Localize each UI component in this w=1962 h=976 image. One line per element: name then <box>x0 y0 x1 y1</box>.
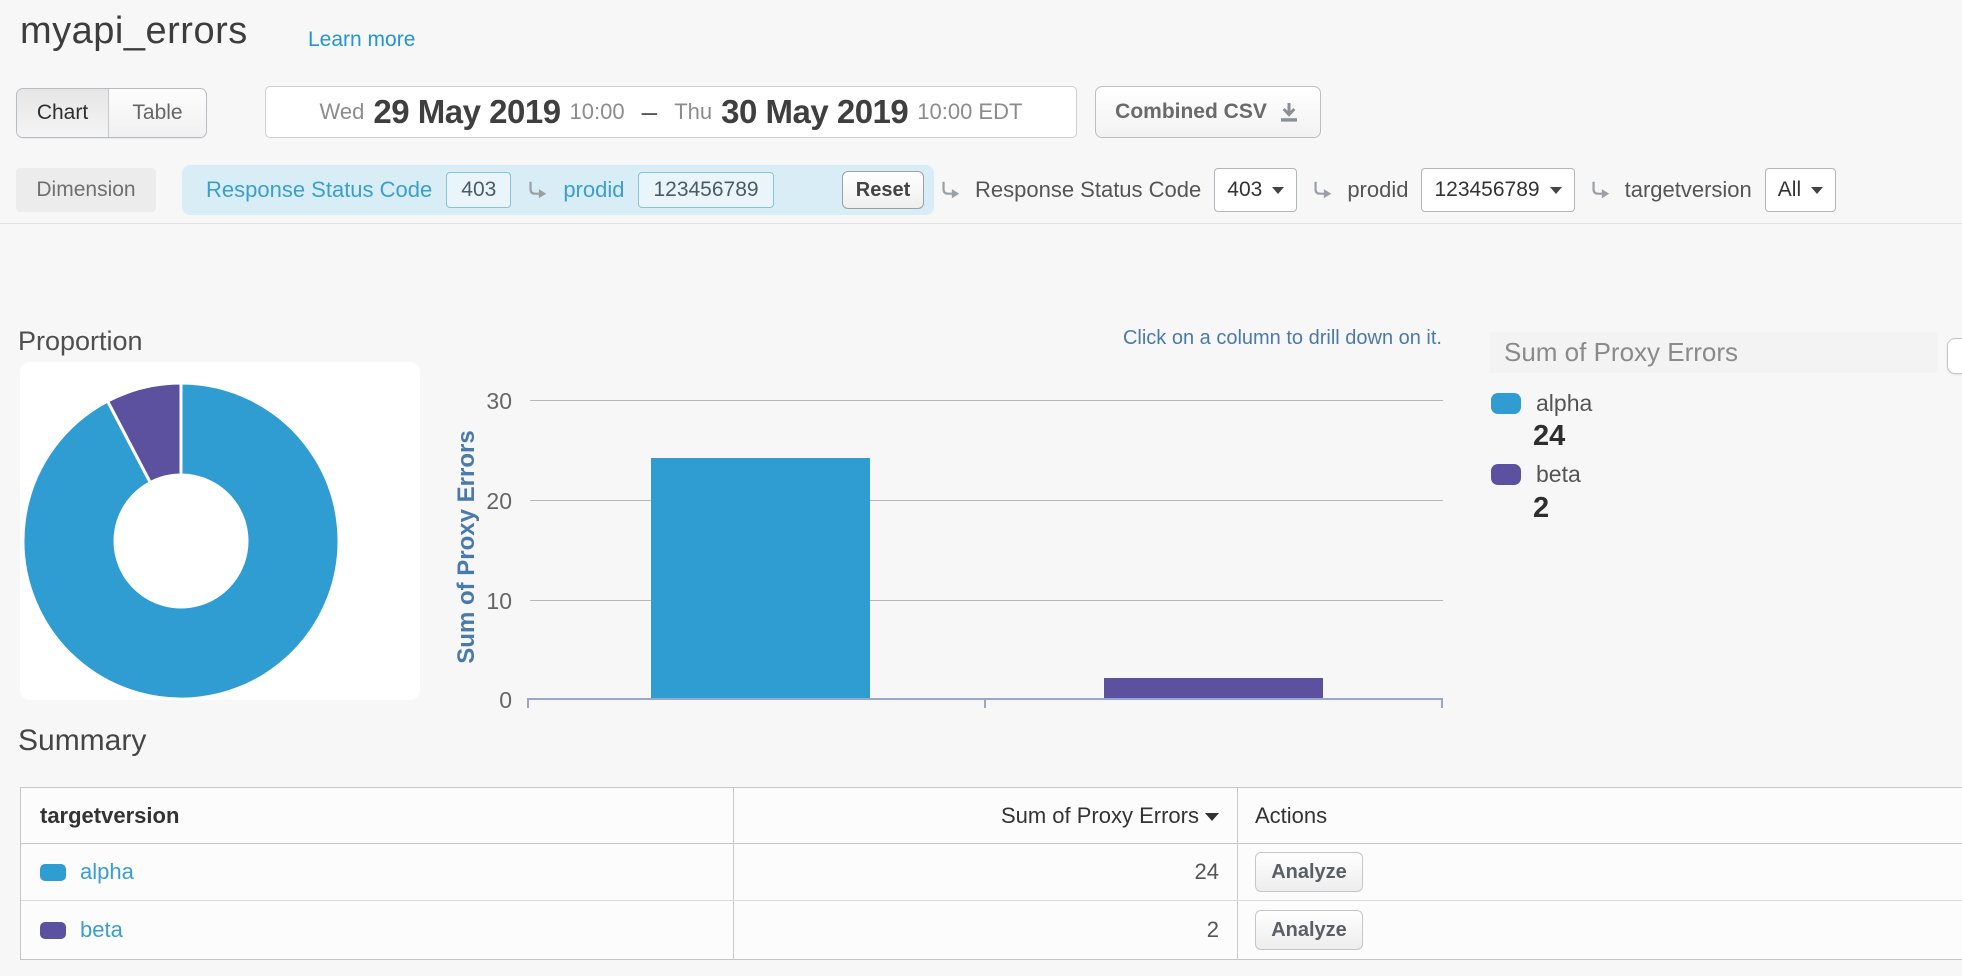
end-date: 30 May 2019 <box>721 93 908 131</box>
date-range-separator: – <box>642 96 658 128</box>
legend-item-value: 24 <box>1533 420 1565 453</box>
legend-item-beta[interactable]: beta <box>1491 461 1581 488</box>
y-tick-label: 0 <box>440 687 512 711</box>
dimension-label: Dimension <box>16 168 156 212</box>
column-header-targetversion: targetversion <box>21 788 734 843</box>
view-toggle: Chart Table <box>16 88 207 138</box>
drilldown-hint-text: Click on a column to drill down on it. <box>1100 327 1442 350</box>
beta-swatch-icon <box>40 922 66 939</box>
legend-item-value: 2 <box>1533 492 1549 525</box>
x-axis-tick <box>984 700 986 708</box>
drilldown-arrow-icon <box>1588 178 1612 202</box>
bar-alpha[interactable] <box>651 458 870 698</box>
proportion-title: Proportion <box>18 326 143 357</box>
filter-dropdown-prodid[interactable]: 123456789 <box>1421 168 1574 212</box>
table-row: alpha 24 Analyze <box>21 844 1962 901</box>
filter-selected-value: 403 <box>1227 178 1262 202</box>
value-cell: 2 <box>734 901 1238 959</box>
targetversion-link[interactable]: alpha <box>80 859 134 885</box>
x-axis-tick <box>527 700 529 708</box>
column-header-actions: Actions <box>1238 788 1962 843</box>
legend-item-label: alpha <box>1536 390 1592 417</box>
filter-name: targetversion <box>1625 177 1752 203</box>
breadcrumb-dimension-name: Response Status Code <box>206 177 432 203</box>
analyze-button[interactable]: Analyze <box>1255 910 1363 950</box>
drilldown-arrow-icon <box>938 178 962 202</box>
legend-item-alpha[interactable]: alpha <box>1491 390 1592 417</box>
end-time: 10:00 EDT <box>917 99 1022 125</box>
filter-name: Response Status Code <box>975 177 1201 203</box>
summary-title: Summary <box>18 724 146 758</box>
legend-item-label: beta <box>1536 461 1581 488</box>
download-icon <box>1277 100 1301 124</box>
chevron-down-icon <box>1272 187 1284 194</box>
chevron-down-icon <box>1811 187 1823 194</box>
drilldown-arrow-icon <box>525 178 549 202</box>
gridline-30 <box>530 400 1443 401</box>
table-header-row: targetversion Sum of Proxy Errors Action… <box>21 788 1962 844</box>
filter-name: prodid <box>1347 177 1408 203</box>
breadcrumb-dimension-value: 123456789 <box>638 172 773 208</box>
end-weekday: Thu <box>674 99 712 125</box>
beta-swatch-icon <box>1491 464 1521 485</box>
y-tick-label: 30 <box>440 388 512 412</box>
start-time: 10:00 <box>570 99 625 125</box>
y-axis-title: Sum of Proxy Errors <box>453 430 481 663</box>
page-title: myapi_errors <box>20 10 248 53</box>
targetversion-cell: beta <box>21 901 734 959</box>
table-row: beta 2 Analyze <box>21 901 1962 959</box>
legend-title: Sum of Proxy Errors <box>1490 332 1938 373</box>
alpha-swatch-icon <box>40 864 66 881</box>
divider <box>0 223 1962 224</box>
x-axis-tick <box>1441 700 1443 708</box>
targetversion-link[interactable]: beta <box>80 917 123 943</box>
reset-button[interactable]: Reset <box>842 171 924 209</box>
bar-beta[interactable] <box>1104 678 1323 698</box>
summary-table: targetversion Sum of Proxy Errors Action… <box>20 787 1962 960</box>
table-tab[interactable]: Table <box>109 89 206 137</box>
combined-csv-label: Combined CSV <box>1115 100 1267 124</box>
donut-chart-svg[interactable] <box>20 362 420 700</box>
combined-csv-button[interactable]: Combined CSV <box>1095 86 1321 138</box>
dimension-breadcrumb: Response Status Code 403 prodid 12345678… <box>182 165 934 215</box>
analyze-button[interactable]: Analyze <box>1255 852 1363 892</box>
date-range-picker[interactable]: Wed 29 May 2019 10:00 – Thu 30 May 2019 … <box>265 86 1077 138</box>
proportion-donut-chart[interactable] <box>20 362 420 700</box>
start-date: 29 May 2019 <box>373 93 560 131</box>
collapsed-panel-button[interactable] <box>1947 338 1962 374</box>
start-weekday: Wed <box>320 99 365 125</box>
learn-more-link[interactable]: Learn more <box>308 28 415 52</box>
value-cell: 24 <box>734 844 1238 900</box>
column-header-label: Sum of Proxy Errors <box>1001 803 1199 829</box>
chart-tab[interactable]: Chart <box>17 89 109 137</box>
column-header-sum-of-proxy-errors[interactable]: Sum of Proxy Errors <box>734 788 1238 843</box>
breadcrumb-dimension-name: prodid <box>563 177 624 203</box>
breadcrumb-dimension-value: 403 <box>446 172 511 208</box>
chevron-down-icon <box>1550 187 1562 194</box>
alpha-swatch-icon <box>1491 393 1521 414</box>
filter-controls: Response Status Code 403 prodid 12345678… <box>938 165 1836 215</box>
filter-dropdown-targetversion[interactable]: All <box>1765 168 1836 212</box>
filter-dropdown-response-status-code[interactable]: 403 <box>1214 168 1297 212</box>
drilldown-arrow-icon <box>1310 178 1334 202</box>
targetversion-cell: alpha <box>21 844 734 900</box>
sort-descending-icon <box>1205 813 1219 821</box>
filter-selected-value: 123456789 <box>1434 178 1539 202</box>
filter-selected-value: All <box>1778 178 1801 202</box>
